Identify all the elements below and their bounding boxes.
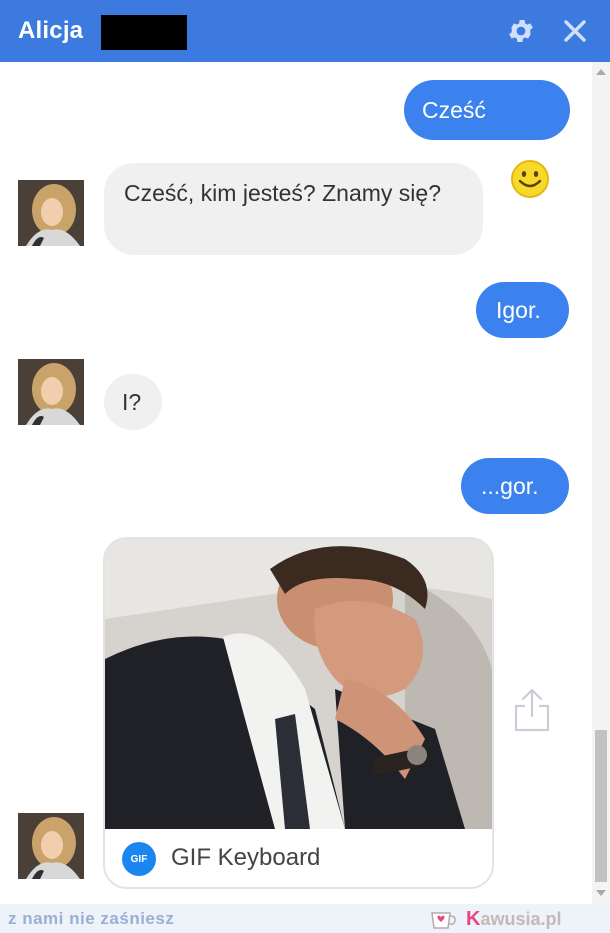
watermark-logo: Kawusia.pl	[466, 908, 561, 931]
smiley-emoji-icon	[509, 158, 551, 205]
gif-message-card[interactable]: GIF GIF Keyboard	[103, 537, 494, 889]
gear-icon[interactable]	[504, 14, 538, 48]
chat-header: Alicja	[0, 0, 610, 62]
scrollbar[interactable]	[592, 62, 610, 904]
gif-keyboard-icon: GIF	[122, 842, 156, 876]
avatar[interactable]	[18, 813, 84, 879]
message-incoming: Cześć, kim jesteś? Znamy się?	[104, 163, 483, 255]
facepalm-gif-image[interactable]	[105, 539, 492, 829]
message-text: I?	[122, 389, 142, 415]
contact-name[interactable]: Alicja	[18, 17, 83, 45]
message-text: Igor.	[496, 297, 541, 323]
gif-source-footer: GIF GIF Keyboard	[105, 829, 492, 887]
message-text: Cześć, kim jesteś? Znamy się?	[124, 180, 441, 206]
message-outgoing: Cześć	[404, 80, 570, 140]
message-list: Cześć Cześć, kim jesteś? Znamy się? Igor…	[0, 62, 592, 904]
avatar[interactable]	[18, 180, 84, 246]
coffee-cup-icon	[429, 907, 459, 933]
watermark-slogan: z nami nie zaśniesz	[8, 909, 175, 928]
message-incoming: I?	[104, 374, 162, 430]
chat-window: Alicja Cześć Cześć, kim jesteś? Znamy si…	[0, 0, 610, 933]
message-outgoing: ...gor.	[461, 458, 569, 514]
message-outgoing: Igor.	[476, 282, 569, 338]
close-icon[interactable]	[558, 14, 592, 48]
avatar[interactable]	[18, 359, 84, 425]
logo-initial: K	[466, 908, 481, 930]
scroll-up-icon[interactable]	[596, 69, 606, 75]
message-text: Cześć	[422, 97, 486, 123]
scrollbar-thumb[interactable]	[595, 730, 607, 882]
logo-suffix: .pl	[540, 909, 562, 929]
watermark-footer: z nami nie zaśniesz Kawusia.pl	[0, 904, 610, 933]
share-icon[interactable]	[511, 684, 553, 741]
gif-source-label: GIF Keyboard	[171, 844, 321, 871]
logo-rest: awusia	[480, 909, 541, 929]
redacted-surname	[101, 15, 187, 50]
message-text: ...gor.	[481, 473, 539, 499]
scroll-down-icon[interactable]	[596, 890, 606, 896]
